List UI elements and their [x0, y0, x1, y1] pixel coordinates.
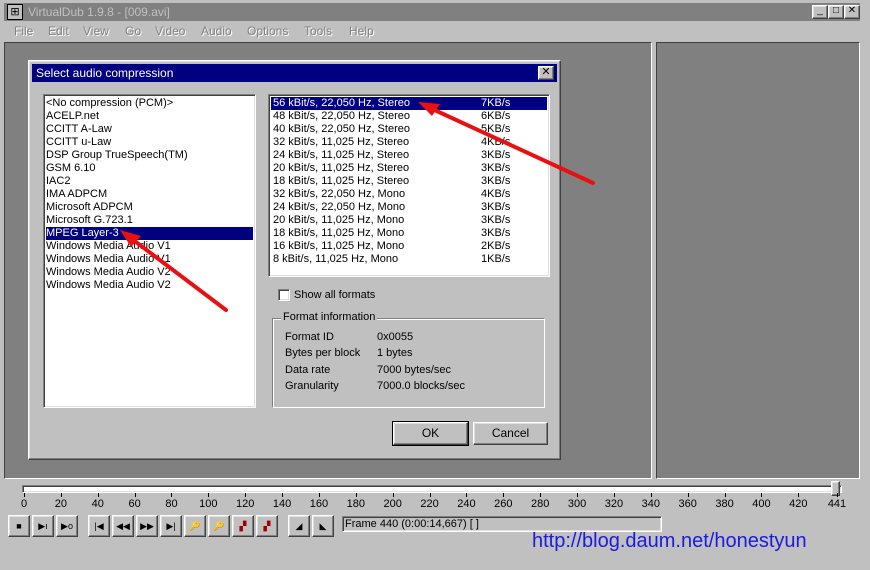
timeline-tick-label: 380: [715, 498, 734, 510]
timeline-tick: [60, 493, 62, 497]
timeline-tick-label: 120: [236, 498, 255, 510]
timeline-tick-label: 20: [54, 498, 67, 510]
timeline-tick: [171, 493, 173, 497]
timeline-tick: [208, 493, 210, 497]
timeline-tick-label: 320: [604, 498, 624, 510]
timeline-tick-label: 100: [199, 498, 218, 510]
timeline-tick-label: 360: [678, 498, 697, 510]
timeline-tick-label: 180: [346, 498, 365, 510]
timeline-tick: [282, 493, 284, 497]
timeline-tick-label: 340: [641, 498, 660, 510]
timeline-tick-label: 140: [272, 498, 292, 510]
timeline-tick: [761, 493, 763, 497]
timeline-tick-label: 0: [20, 498, 28, 510]
timeline-tick: [466, 493, 468, 497]
timeline-tick-label: 40: [91, 498, 104, 510]
timeline-tick: [429, 493, 431, 497]
timeline-tick-label: 80: [165, 498, 178, 510]
timeline-tick: [613, 493, 615, 497]
timeline-tick: [837, 493, 838, 497]
timeline-tick-label: 260: [494, 498, 513, 510]
timeline-tick-label: 220: [420, 498, 439, 510]
timeline-tick-label: 441: [827, 498, 847, 510]
timeline-tick: [577, 493, 579, 497]
timeline-tick-label: 400: [752, 498, 771, 510]
timeline-tick: [245, 493, 247, 497]
timeline-tick: [392, 493, 394, 497]
timeline-tick: [798, 493, 800, 497]
annotation-arrow-format: [426, 105, 595, 185]
timeline-tick-label: 60: [128, 498, 141, 510]
timeline-tick: [97, 493, 99, 497]
timeline-tick: [318, 493, 320, 497]
timeline-tick: [355, 493, 357, 497]
timeline-tick: [724, 493, 726, 497]
timeline-tick: [503, 493, 505, 497]
timeline-tick: [540, 493, 542, 497]
timeline-tick: [687, 493, 689, 497]
timeline-tick-label: 160: [309, 498, 329, 510]
timeline-tick: [650, 493, 652, 497]
timeline-tick: [134, 493, 136, 497]
timeline-tick-label: 420: [789, 498, 808, 510]
annotation-arrow-codec: [126, 234, 228, 312]
timeline-tick: [24, 493, 25, 497]
annotation-arrows: [120, 102, 595, 312]
timeline-tick-label: 300: [567, 498, 587, 510]
timeline-tick-label: 200: [383, 498, 402, 510]
timeline-tick-label: 280: [531, 498, 550, 510]
timeline-tick-label: 240: [457, 498, 476, 510]
